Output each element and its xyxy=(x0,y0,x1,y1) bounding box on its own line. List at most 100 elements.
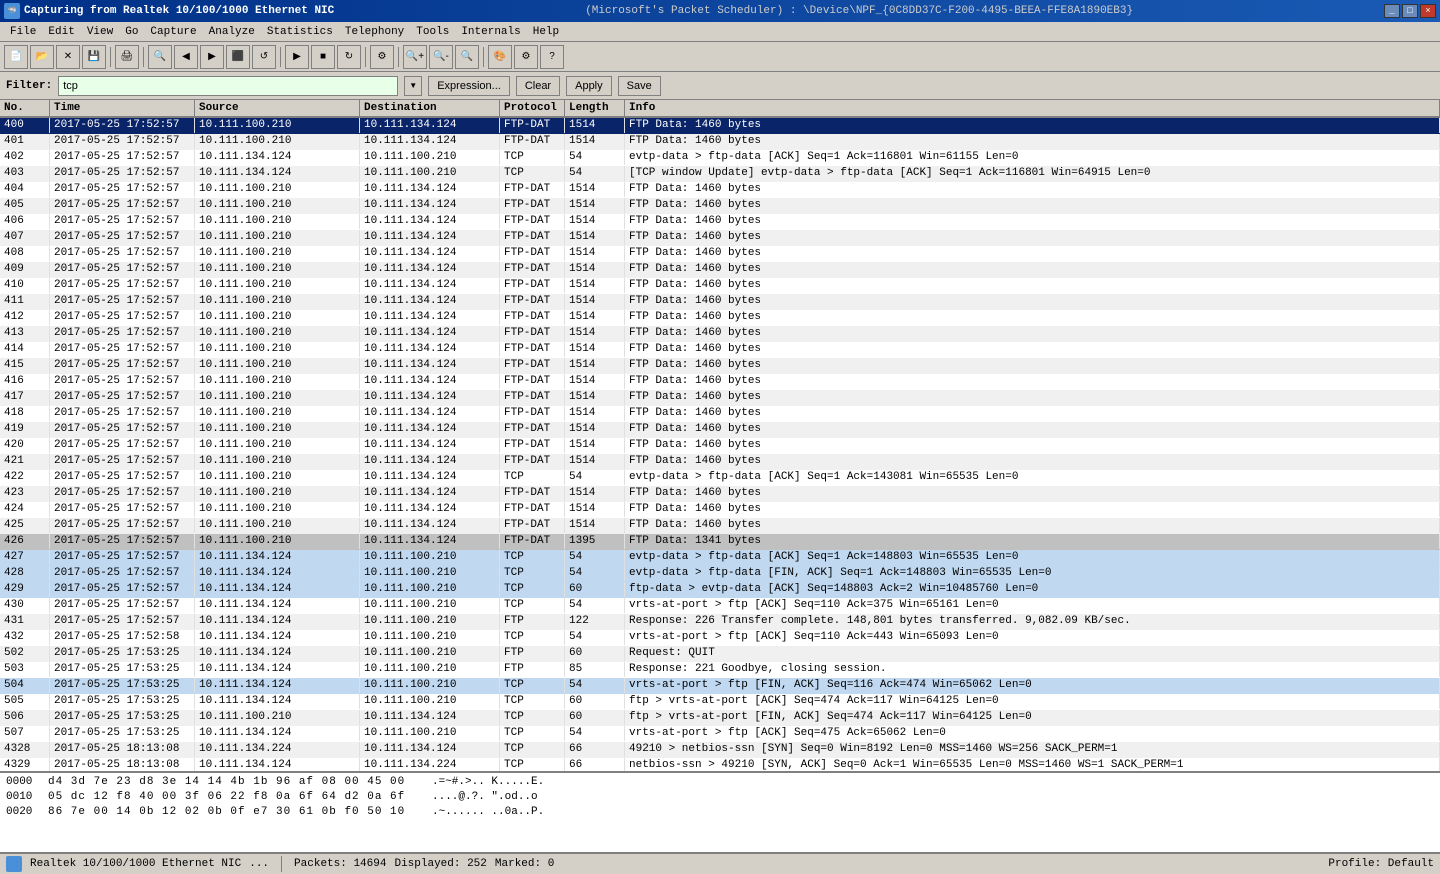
hex-row: 001005 dc 12 f8 40 00 3f 06 22 f8 0a 6f … xyxy=(6,790,1434,805)
menu-item-capture[interactable]: Capture xyxy=(144,25,202,39)
table-row[interactable]: 4092017-05-25 17:52:5710.111.100.21010.1… xyxy=(0,262,1440,278)
zoom-in-button[interactable]: 🔍+ xyxy=(403,45,427,69)
table-row[interactable]: 5032017-05-25 17:53:2510.111.134.12410.1… xyxy=(0,662,1440,678)
apply-button[interactable]: Apply xyxy=(566,76,612,96)
table-row[interactable]: 4062017-05-25 17:52:5710.111.100.21010.1… xyxy=(0,214,1440,230)
title-bar-controls[interactable]: _ □ × xyxy=(1384,4,1436,18)
menu-item-help[interactable]: Help xyxy=(527,25,565,39)
menu-item-view[interactable]: View xyxy=(81,25,119,39)
filter-label: Filter: xyxy=(6,80,52,92)
toolbar-sep-4 xyxy=(365,47,366,67)
table-row[interactable]: 4012017-05-25 17:52:5710.111.100.21010.1… xyxy=(0,134,1440,150)
colorize-button[interactable]: 🎨 xyxy=(488,45,512,69)
col-src: Source xyxy=(195,100,360,116)
col-len: Length xyxy=(565,100,625,116)
table-row[interactable]: 5022017-05-25 17:53:2510.111.134.12410.1… xyxy=(0,646,1440,662)
title-bar-right: (Microsoft's Packet Scheduler) : \Device… xyxy=(585,5,1133,17)
table-row[interactable]: 4072017-05-25 17:52:5710.111.100.21010.1… xyxy=(0,230,1440,246)
save-button[interactable]: 💾 xyxy=(82,45,106,69)
table-row[interactable]: 4172017-05-25 17:52:5710.111.100.21010.1… xyxy=(0,390,1440,406)
table-row[interactable]: 5062017-05-25 17:53:2510.111.100.21010.1… xyxy=(0,710,1440,726)
status-nic: Realtek 10/100/1000 Ethernet NIC xyxy=(30,858,241,870)
menu-bar: FileEditViewGoCaptureAnalyzeStatisticsTe… xyxy=(0,22,1440,42)
status-profile: Profile: Default xyxy=(1328,858,1434,870)
find-button[interactable]: 🔍 xyxy=(148,45,172,69)
table-row[interactable]: 4152017-05-25 17:52:5710.111.100.21010.1… xyxy=(0,358,1440,374)
go-back-button[interactable]: ◀ xyxy=(174,45,198,69)
menu-item-edit[interactable]: Edit xyxy=(42,25,80,39)
table-row[interactable]: 4182017-05-25 17:52:5710.111.100.21010.1… xyxy=(0,406,1440,422)
table-row[interactable]: 4222017-05-25 17:52:5710.111.100.21010.1… xyxy=(0,470,1440,486)
table-row[interactable]: 4292017-05-25 17:52:5710.111.134.12410.1… xyxy=(0,582,1440,598)
clear-button[interactable]: Clear xyxy=(516,76,560,96)
menu-item-analyze[interactable]: Analyze xyxy=(203,25,261,39)
table-row[interactable]: 43292017-05-25 18:13:0810.111.134.12410.… xyxy=(0,758,1440,771)
filter-input[interactable] xyxy=(58,76,398,96)
table-row[interactable]: 4202017-05-25 17:52:5710.111.100.21010.1… xyxy=(0,438,1440,454)
new-button[interactable]: 📄 xyxy=(4,45,28,69)
prefs-button[interactable]: ⚙ xyxy=(514,45,538,69)
status-bar: Realtek 10/100/1000 Ethernet NIC ... Pac… xyxy=(0,852,1440,874)
open-button[interactable]: 📂 xyxy=(30,45,54,69)
table-row[interactable]: 4272017-05-25 17:52:5710.111.134.12410.1… xyxy=(0,550,1440,566)
restart-button[interactable]: ↻ xyxy=(337,45,361,69)
zoom-out-button[interactable]: 🔍- xyxy=(429,45,453,69)
zoom-reset-button[interactable]: 🔍 xyxy=(455,45,479,69)
close-button[interactable]: ✕ xyxy=(56,45,80,69)
toolbar-sep-1 xyxy=(110,47,111,67)
table-row[interactable]: 4142017-05-25 17:52:5710.111.100.21010.1… xyxy=(0,342,1440,358)
table-row[interactable]: 4032017-05-25 17:52:5710.111.134.12410.1… xyxy=(0,166,1440,182)
table-row[interactable]: 43282017-05-25 18:13:0810.111.134.22410.… xyxy=(0,742,1440,758)
expression-button[interactable]: Expression... xyxy=(428,76,510,96)
title-bar-left-text: Capturing from Realtek 10/100/1000 Ether… xyxy=(24,5,334,17)
table-row[interactable]: 4162017-05-25 17:52:5710.111.100.21010.1… xyxy=(0,374,1440,390)
table-row[interactable]: 4002017-05-25 17:52:5710.111.100.21010.1… xyxy=(0,118,1440,134)
table-row[interactable]: 5072017-05-25 17:53:2510.111.134.12410.1… xyxy=(0,726,1440,742)
menu-item-file[interactable]: File xyxy=(4,25,42,39)
minimize-button[interactable]: _ xyxy=(1384,4,1400,18)
table-row[interactable]: 4282017-05-25 17:52:5710.111.134.12410.1… xyxy=(0,566,1440,582)
close-button[interactable]: × xyxy=(1420,4,1436,18)
menu-item-statistics[interactable]: Statistics xyxy=(261,25,339,39)
table-row[interactable]: 4212017-05-25 17:52:5710.111.100.21010.1… xyxy=(0,454,1440,470)
table-row[interactable]: 4082017-05-25 17:52:5710.111.100.21010.1… xyxy=(0,246,1440,262)
table-row[interactable]: 4112017-05-25 17:52:5710.111.100.21010.1… xyxy=(0,294,1440,310)
print-button[interactable]: 🖨 xyxy=(115,45,139,69)
filter-dropdown-button[interactable]: ▼ xyxy=(404,76,422,96)
menu-item-tools[interactable]: Tools xyxy=(410,25,455,39)
table-row[interactable]: 4022017-05-25 17:52:5710.111.134.12410.1… xyxy=(0,150,1440,166)
table-row[interactable]: 4102017-05-25 17:52:5710.111.100.21010.1… xyxy=(0,278,1440,294)
packet-list[interactable]: 4002017-05-25 17:52:5710.111.100.21010.1… xyxy=(0,118,1440,771)
goto-button[interactable]: ⬛ xyxy=(226,45,250,69)
table-row[interactable]: 4242017-05-25 17:52:5710.111.100.21010.1… xyxy=(0,502,1440,518)
table-row[interactable]: 4262017-05-25 17:52:5710.111.100.21010.1… xyxy=(0,534,1440,550)
save-filter-button[interactable]: Save xyxy=(618,76,661,96)
table-row[interactable]: 4042017-05-25 17:52:5710.111.100.21010.1… xyxy=(0,182,1440,198)
stop-capture-button[interactable]: ■ xyxy=(311,45,335,69)
toolbar-sep-6 xyxy=(483,47,484,67)
help-button[interactable]: ? xyxy=(540,45,564,69)
table-row[interactable]: 4052017-05-25 17:52:5710.111.100.21010.1… xyxy=(0,198,1440,214)
table-row[interactable]: 5052017-05-25 17:53:2510.111.134.12410.1… xyxy=(0,694,1440,710)
table-row[interactable]: 4192017-05-25 17:52:5710.111.100.21010.1… xyxy=(0,422,1440,438)
table-row[interactable]: 4302017-05-25 17:52:5710.111.134.12410.1… xyxy=(0,598,1440,614)
table-row[interactable]: 5042017-05-25 17:53:2510.111.134.12410.1… xyxy=(0,678,1440,694)
menu-item-go[interactable]: Go xyxy=(119,25,144,39)
packet-list-container: No. Time Source Destination Protocol Len… xyxy=(0,100,1440,772)
start-capture-button[interactable]: ▶ xyxy=(285,45,309,69)
go-forward-button[interactable]: ▶ xyxy=(200,45,224,69)
table-row[interactable]: 4232017-05-25 17:52:5710.111.100.21010.1… xyxy=(0,486,1440,502)
maximize-button[interactable]: □ xyxy=(1402,4,1418,18)
menu-item-telephony[interactable]: Telephony xyxy=(339,25,410,39)
status-packets: Packets: 14694 xyxy=(294,858,386,870)
reload-button[interactable]: ↺ xyxy=(252,45,276,69)
col-no: No. xyxy=(0,100,50,116)
options-button[interactable]: ⚙ xyxy=(370,45,394,69)
menu-item-internals[interactable]: Internals xyxy=(455,25,526,39)
app-icon: 🦈 xyxy=(4,3,20,19)
table-row[interactable]: 4322017-05-25 17:52:5810.111.134.12410.1… xyxy=(0,630,1440,646)
table-row[interactable]: 4122017-05-25 17:52:5710.111.100.21010.1… xyxy=(0,310,1440,326)
table-row[interactable]: 4252017-05-25 17:52:5710.111.100.21010.1… xyxy=(0,518,1440,534)
table-row[interactable]: 4312017-05-25 17:52:5710.111.134.12410.1… xyxy=(0,614,1440,630)
table-row[interactable]: 4132017-05-25 17:52:5710.111.100.21010.1… xyxy=(0,326,1440,342)
